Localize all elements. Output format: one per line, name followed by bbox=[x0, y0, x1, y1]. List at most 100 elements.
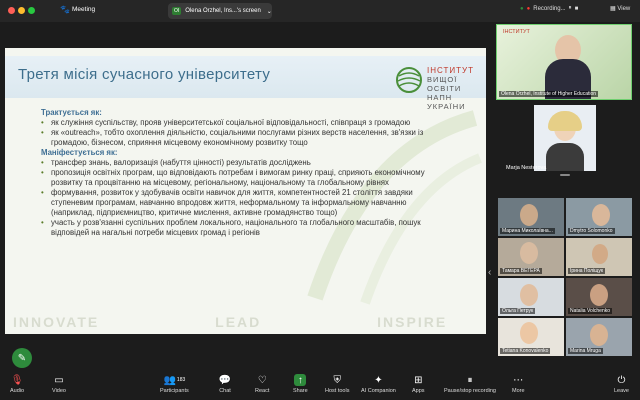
chat-button[interactable]: 💬 Chat bbox=[218, 374, 232, 395]
pause-recording-label: Pause/stop recording bbox=[444, 388, 496, 394]
shared-screen: Третя місія сучасного університету ІНСТИ… bbox=[5, 48, 486, 334]
slide-bullet: пропозиція освітніх програм, що відповід… bbox=[41, 168, 441, 188]
participant-name: Тамара ВЕГЕРА bbox=[500, 268, 542, 274]
slide-list-2: трансфер знань, валоризація (набуття цін… bbox=[41, 158, 441, 238]
zoom-window-button[interactable] bbox=[28, 7, 35, 14]
ai-companion-label: AI Companion bbox=[361, 388, 396, 394]
slide-bullet: як «outreach», тобто охоплення діяльніст… bbox=[41, 128, 441, 148]
slide-footer: INNOVATE LEAD INSPIRE bbox=[13, 314, 447, 330]
slide-body: Трактується як: як служіння суспільству,… bbox=[41, 108, 441, 238]
gallery-tile[interactable]: Тамара ВЕГЕРА bbox=[498, 238, 564, 276]
chevron-left-icon: ‹ bbox=[488, 267, 492, 278]
sharer-avatar-badge: OI bbox=[172, 7, 182, 15]
chat-icon: 💬 bbox=[218, 374, 232, 386]
slide-bullet: як служіння суспільству, прояв університ… bbox=[41, 118, 441, 128]
footer-word: INNOVATE bbox=[13, 314, 100, 330]
participant-name: Marja Nesterova bbox=[506, 165, 547, 171]
participant-face bbox=[592, 244, 608, 264]
react-label: React bbox=[255, 388, 270, 394]
audio-label: Audio bbox=[10, 388, 25, 394]
participant-name: Dmytro Solomonko bbox=[568, 228, 615, 234]
chat-label: Chat bbox=[219, 388, 231, 394]
react-button[interactable]: ♡ React bbox=[255, 374, 270, 395]
participant-name: Natalia Volchenko bbox=[568, 308, 613, 314]
window-title: Meeting bbox=[72, 6, 96, 13]
view-button[interactable]: ▦ View bbox=[610, 5, 630, 12]
pause-recording-button[interactable]: ⏸ Pause/stop recording bbox=[444, 374, 496, 395]
participant-name: Tetiana Konovalenko bbox=[500, 348, 551, 354]
participant-face bbox=[520, 204, 538, 226]
globe-logo-icon bbox=[396, 67, 422, 93]
participants-count: 183 bbox=[176, 377, 186, 383]
gallery-tile[interactable]: Dmytro Solomonko bbox=[566, 198, 632, 236]
slide-heading-1: Трактується як: bbox=[41, 108, 102, 117]
more-label: More bbox=[512, 388, 525, 394]
participant-face bbox=[520, 322, 538, 344]
video-label: Video bbox=[52, 388, 66, 394]
participants-button[interactable]: 👥 183 Participants bbox=[160, 374, 189, 395]
gallery-tile[interactable]: Ольга Петрук bbox=[498, 278, 564, 316]
ai-companion-button[interactable]: ✦ AI Companion bbox=[361, 374, 396, 395]
apps-icon: ⊞ bbox=[414, 374, 423, 386]
shield-icon: ⛨ bbox=[333, 374, 341, 386]
participant-face bbox=[520, 242, 538, 264]
video-button[interactable]: ▭ Video bbox=[52, 374, 66, 395]
more-icon: ⋯ bbox=[513, 374, 524, 386]
pen-icon: ✎ bbox=[17, 352, 27, 364]
recording-indicator[interactable]: ● ● Recording... ⏸ ■ bbox=[520, 5, 578, 12]
chevron-down-icon[interactable]: ⌄ bbox=[267, 8, 272, 15]
more-button[interactable]: ⋯ More bbox=[512, 374, 525, 395]
slide-bullet: трансфер знань, валоризація (набуття цін… bbox=[41, 158, 441, 168]
recording-label: Recording... bbox=[533, 5, 566, 12]
stop-icon[interactable]: ■ bbox=[575, 6, 579, 12]
gallery-tile[interactable]: Tetiana Konovalenko bbox=[498, 318, 564, 356]
annotate-pen-button[interactable]: ✎ bbox=[12, 348, 32, 368]
audio-button[interactable]: 🎙 Audio bbox=[10, 374, 25, 395]
participant-name: Марина Миколаївна... bbox=[500, 228, 555, 234]
gallery-prev-arrow[interactable]: ‹ bbox=[488, 262, 491, 280]
participants-icon: 👥 183 bbox=[163, 374, 186, 386]
minimize-window-button[interactable] bbox=[18, 7, 25, 14]
footer-word: INSPIRE bbox=[377, 314, 448, 330]
participant-face bbox=[590, 324, 608, 346]
speaker-tile-second[interactable] bbox=[534, 105, 596, 171]
microphone-muted-icon: 🎙 bbox=[10, 374, 24, 386]
gallery-tile[interactable]: Marina Mruga bbox=[566, 318, 632, 356]
slide-heading-2: Маніфестується як: bbox=[41, 148, 118, 157]
share-arrow-icon: ↑ bbox=[294, 374, 307, 386]
slide-list-1: як служіння суспільству, прояв університ… bbox=[41, 118, 441, 148]
speaker-tile-main[interactable]: ІНСТИТУТ Olena Orzhel, Institute of High… bbox=[496, 24, 632, 100]
institute-logo: ІНСТИТУТ ВИЩОЇ ОСВІТИ НАПН УКРАЇНИ bbox=[395, 62, 485, 112]
host-tools-button[interactable]: ⛨ Host tools bbox=[325, 374, 350, 395]
participant-name: Olena Orzhel, Institute of Higher Educat… bbox=[499, 91, 599, 97]
leave-label: Leave bbox=[614, 388, 629, 394]
gallery-tile[interactable]: Natalia Volchenko bbox=[566, 278, 632, 316]
screen-share-indicator[interactable]: OI Olena Orzhel, Ins...'s screen ⌄ bbox=[168, 3, 272, 19]
apps-label: Apps bbox=[412, 388, 425, 394]
camera-icon: ▭ bbox=[54, 374, 64, 386]
grid-icon: ▦ bbox=[610, 6, 616, 12]
meeting-toolbar: 🎙 Audio ▭ Video 👥 183 Participants 💬 Chat… bbox=[0, 372, 640, 400]
pause-stop-icon: ⏸ bbox=[467, 374, 473, 386]
backdrop-logo-text: ІНСТИТУТ bbox=[503, 29, 530, 35]
leave-icon: ⏻ bbox=[617, 374, 626, 386]
sparkle-icon: ✦ bbox=[374, 374, 383, 386]
footer-word: LEAD bbox=[215, 314, 262, 330]
pause-icon[interactable]: ⏸ bbox=[569, 5, 572, 12]
participants-label: Participants bbox=[160, 388, 189, 394]
logo-line2: ВИЩОЇ ОСВІТИ bbox=[427, 75, 462, 93]
screen-share-label: Olena Orzhel, Ins...'s screen bbox=[185, 8, 261, 14]
panel-resize-handle[interactable] bbox=[560, 174, 570, 176]
share-button[interactable]: ↑ Share bbox=[293, 374, 308, 394]
leave-button[interactable]: ⏻ Leave bbox=[614, 374, 629, 395]
participant-name: Ірина Поліщук bbox=[568, 268, 606, 274]
participant-name: Ольга Петрук bbox=[500, 308, 536, 314]
view-label: View bbox=[617, 6, 631, 12]
close-window-button[interactable] bbox=[8, 7, 15, 14]
gallery-tile[interactable]: Марина Миколаївна... bbox=[498, 198, 564, 236]
slide-bullet: формування, розвиток у здобувачів освіти… bbox=[41, 188, 441, 218]
slide-title: Третя місія сучасного університету bbox=[18, 66, 271, 83]
host-tools-label: Host tools bbox=[325, 388, 350, 394]
gallery-tile[interactable]: Ірина Поліщук bbox=[566, 238, 632, 276]
apps-button[interactable]: ⊞ Apps bbox=[412, 374, 425, 395]
